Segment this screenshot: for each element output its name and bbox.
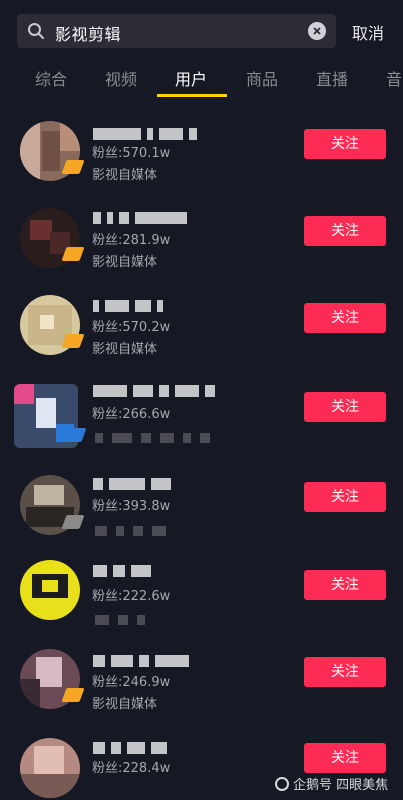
list-item[interactable]: 粉丝:246.9w 影视自媒体 关注	[0, 643, 403, 727]
follow-button[interactable]: 关注	[304, 303, 386, 333]
user-name	[93, 475, 177, 490]
user-description	[95, 610, 154, 625]
penguin-icon	[275, 777, 289, 791]
user-description: 影视自媒体	[92, 255, 158, 270]
follow-button[interactable]: 关注	[304, 743, 386, 773]
fans-count: 粉丝:222.6w	[92, 589, 171, 604]
verified-badge-icon	[61, 160, 85, 174]
list-item[interactable]: 粉丝:570.1w 影视自媒体 关注	[0, 115, 403, 199]
tab-videos[interactable]: 视频	[105, 66, 137, 90]
follow-button[interactable]: 关注	[304, 129, 386, 159]
verified-badge-icon	[61, 688, 85, 702]
list-item[interactable]: 粉丝:570.2w 影视自媒体 关注	[0, 289, 403, 373]
user-name	[93, 209, 193, 224]
tab-users[interactable]: 用户	[175, 66, 207, 90]
user-name	[93, 297, 169, 312]
watermark-text: 企鹅号 四眼美焦	[293, 778, 389, 793]
follow-button[interactable]: 关注	[304, 216, 386, 246]
search-bar[interactable]: 影视剪辑	[17, 14, 336, 48]
fans-count: 粉丝:246.9w	[92, 675, 171, 690]
fans-count: 粉丝:281.9w	[92, 233, 171, 248]
avatar[interactable]	[20, 560, 80, 620]
verified-badge-icon	[63, 428, 87, 442]
user-name	[93, 739, 173, 754]
fans-count: 粉丝:266.6w	[92, 407, 171, 422]
cancel-button[interactable]: 取消	[352, 20, 384, 44]
user-description: 影视自媒体	[92, 168, 158, 183]
tab-products[interactable]: 商品	[246, 66, 278, 90]
tab-bar: 综合 视频 用户 商品 直播 音	[0, 58, 403, 98]
list-item[interactable]: 粉丝:266.6w 关注	[0, 376, 403, 460]
user-name	[93, 382, 221, 397]
user-description	[95, 521, 175, 536]
search-icon	[27, 22, 45, 40]
search-input[interactable]: 影视剪辑	[55, 21, 121, 45]
fans-count: 粉丝:228.4w	[92, 761, 171, 776]
watermark: 企鹅号 四眼美焦	[275, 774, 388, 793]
fans-count: 粉丝:570.2w	[92, 320, 171, 335]
follow-button[interactable]: 关注	[304, 570, 386, 600]
user-name	[93, 562, 157, 577]
fans-count: 粉丝:393.8w	[92, 499, 171, 514]
clear-icon[interactable]	[308, 22, 326, 40]
tab-comprehensive[interactable]: 综合	[35, 66, 67, 90]
user-name	[93, 652, 195, 667]
user-name	[93, 125, 203, 140]
follow-button[interactable]: 关注	[304, 392, 386, 422]
verified-badge-icon	[61, 515, 85, 529]
tab-music[interactable]: 音	[386, 66, 402, 90]
verified-badge-icon	[61, 247, 85, 261]
user-description: 影视自媒体	[92, 697, 158, 712]
list-item[interactable]: 粉丝:393.8w 关注	[0, 465, 403, 549]
follow-button[interactable]: 关注	[304, 482, 386, 512]
user-description	[95, 428, 219, 443]
user-description: 影视自媒体	[92, 342, 158, 357]
avatar[interactable]	[20, 738, 80, 798]
active-tab-indicator	[157, 94, 227, 97]
follow-button[interactable]: 关注	[304, 657, 386, 687]
list-item[interactable]: 粉丝:222.6w 关注	[0, 554, 403, 638]
tab-live[interactable]: 直播	[316, 66, 348, 90]
verified-badge-icon	[61, 334, 85, 348]
list-item[interactable]: 粉丝:281.9w 影视自媒体 关注	[0, 202, 403, 286]
fans-count: 粉丝:570.1w	[92, 146, 171, 161]
